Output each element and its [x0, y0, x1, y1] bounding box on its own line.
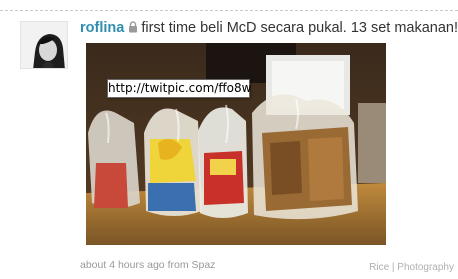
avatar-photo-icon [21, 22, 67, 68]
link-tooltip: http://twitpic.com/ffo8w [107, 79, 251, 98]
twitpic-photo[interactable] [86, 43, 386, 245]
timestamp-link[interactable]: about 4 hours ago [80, 259, 165, 271]
tweet-content: roflina first time beli McD secara pukal.… [80, 19, 458, 37]
tweet-top-divider [0, 10, 458, 11]
tweet-text: first time beli McD secara pukal. 13 set… [141, 20, 458, 36]
lock-icon [128, 21, 138, 33]
username-link[interactable]: roflina [80, 20, 124, 36]
source-label[interactable]: from Spaz [168, 259, 216, 271]
photo-watermark: Rice | Photography [369, 262, 454, 273]
user-avatar[interactable] [20, 21, 68, 69]
tweet-meta: about 4 hours ago from Spaz [80, 259, 215, 271]
